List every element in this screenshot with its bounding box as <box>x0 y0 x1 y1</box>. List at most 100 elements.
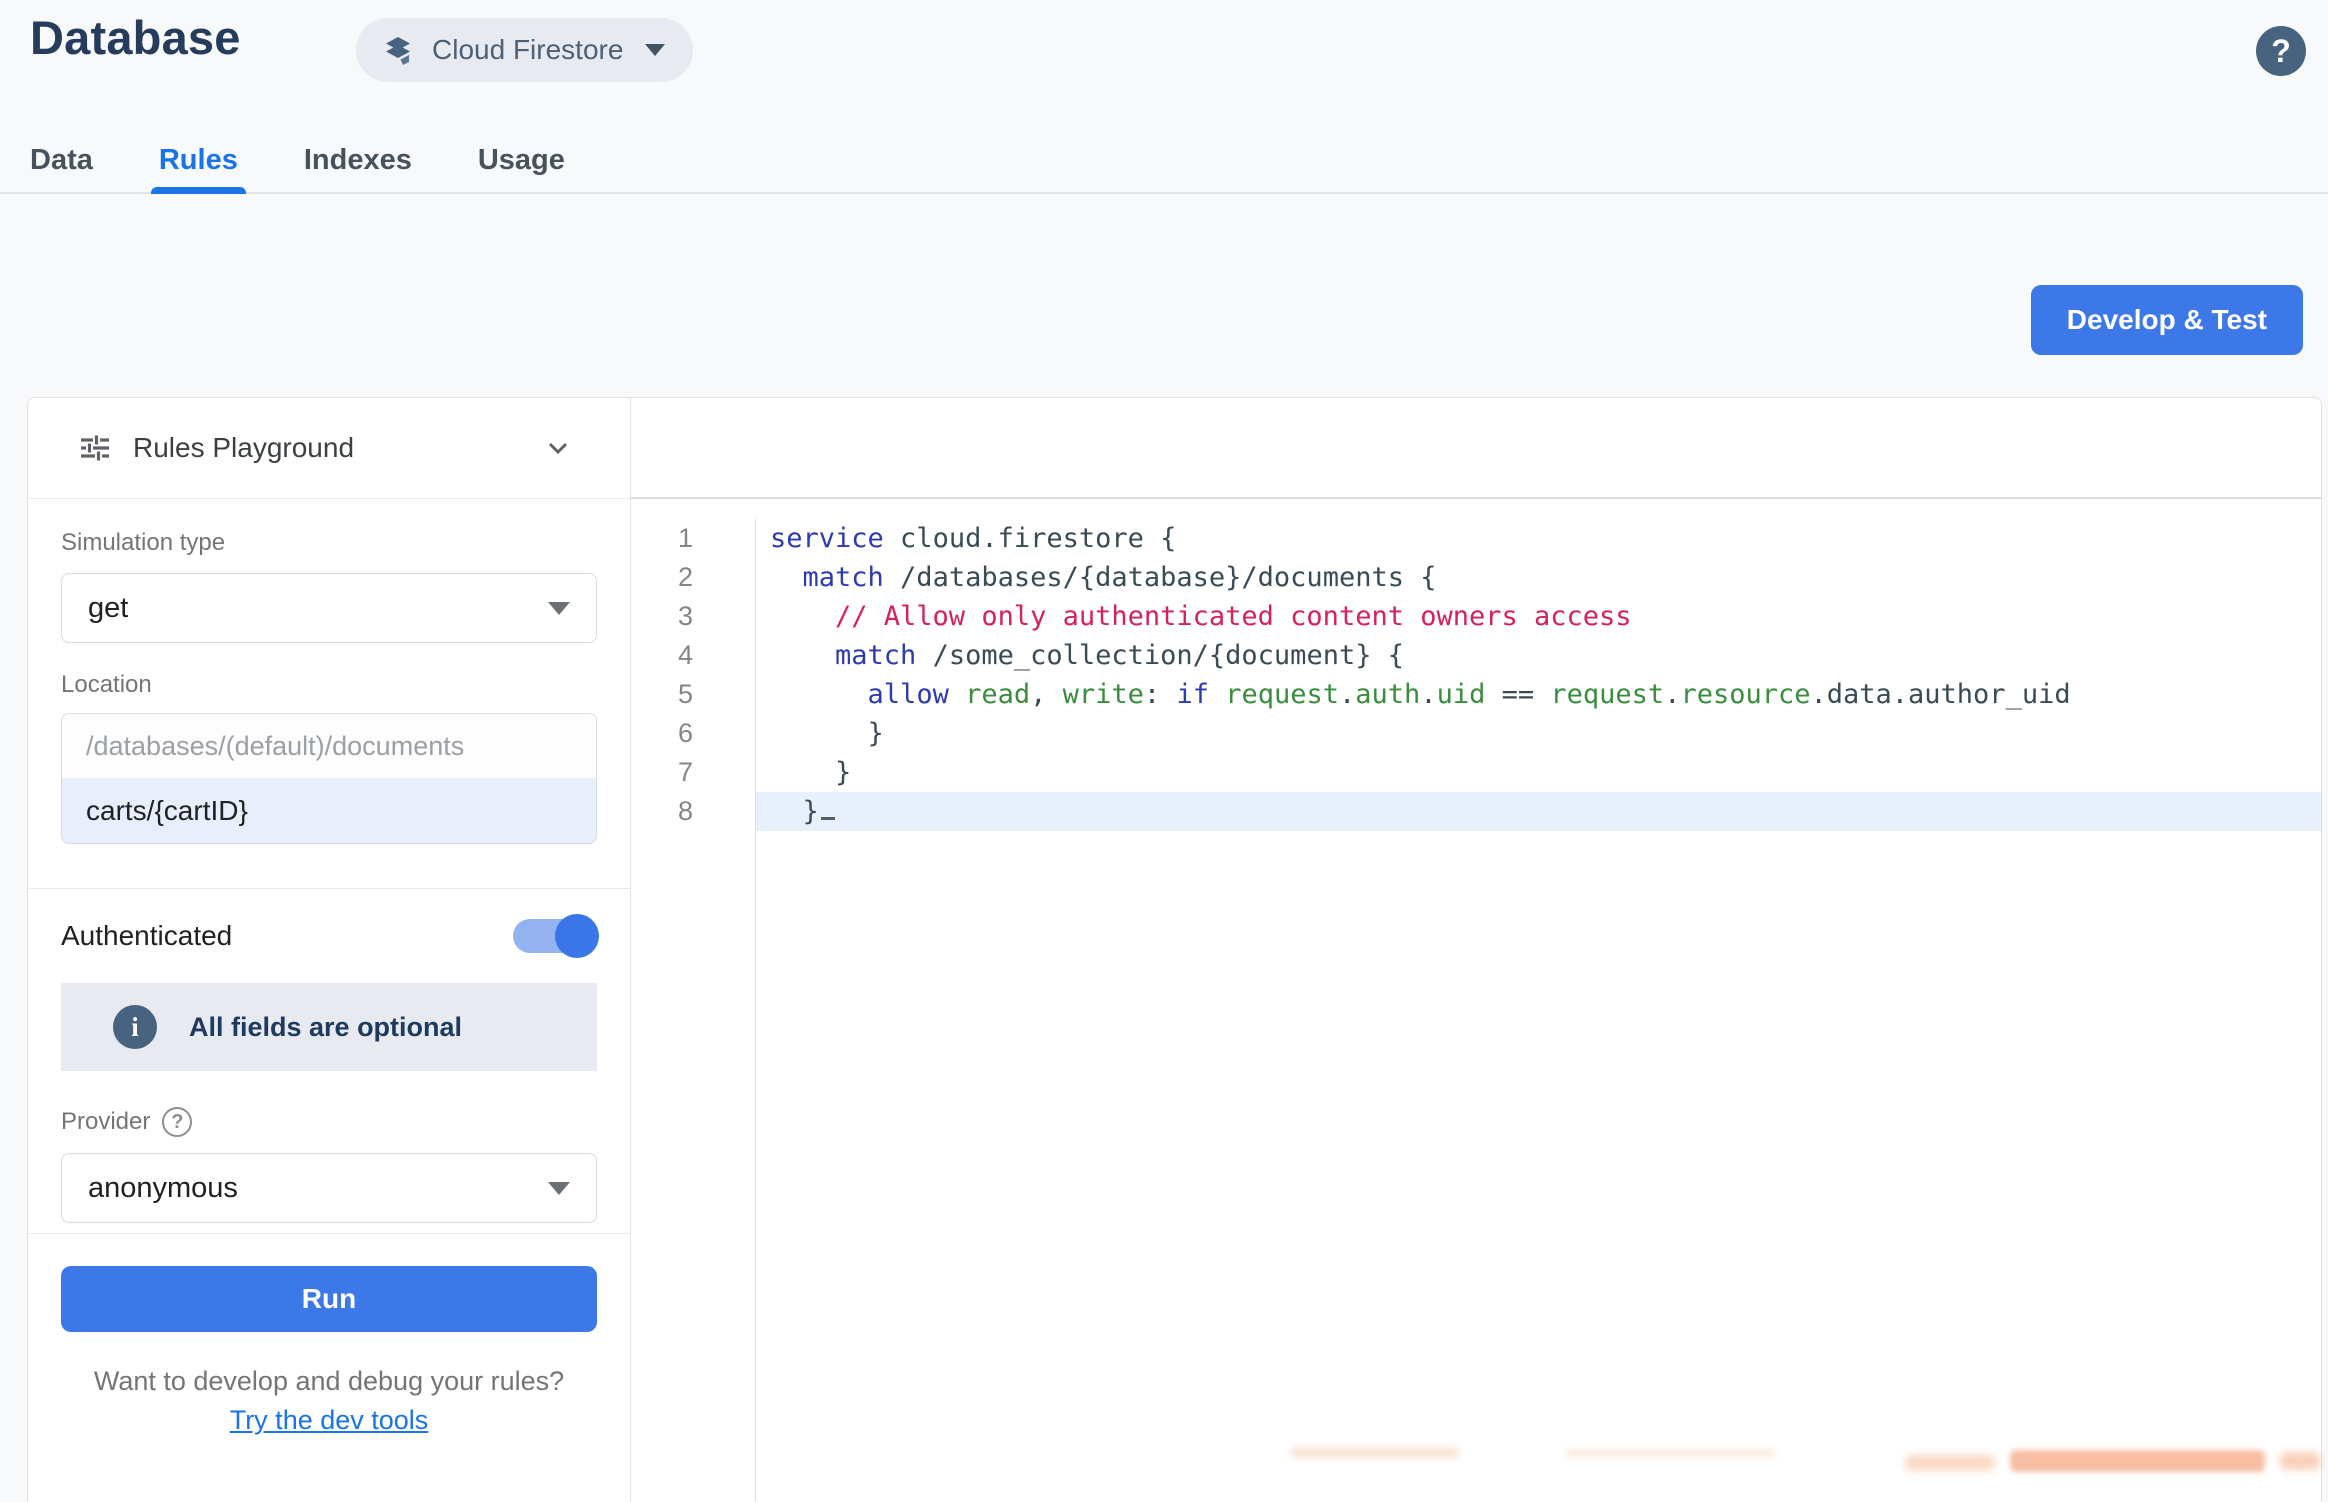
code-token <box>770 562 803 593</box>
info-icon: i <box>113 1005 157 1049</box>
code-token: request <box>1225 679 1339 710</box>
location-label: Location <box>61 671 597 699</box>
code-token: } <box>770 718 884 749</box>
chevron-down-icon[interactable] <box>542 432 574 464</box>
code-token <box>949 679 965 710</box>
toggle-thumb <box>555 914 599 958</box>
code-line[interactable]: allow read, write: if request.auth.uid =… <box>756 675 2321 714</box>
help-circle-icon[interactable]: ? <box>162 1107 192 1137</box>
rules-playground-title: Rules Playground <box>133 432 522 464</box>
footer-question: Want to develop and debug your rules? <box>61 1366 597 1397</box>
code-token: resource <box>1680 679 1810 710</box>
code-token: auth <box>1355 679 1420 710</box>
location-input[interactable]: carts/{cartID} <box>62 778 596 843</box>
code-token <box>770 640 835 671</box>
editor-header <box>631 398 2321 499</box>
code-token: match <box>835 640 916 671</box>
code-area[interactable]: service cloud.firestore { match /databas… <box>756 519 2321 1502</box>
dropdown-caret-icon <box>548 1182 570 1195</box>
line-number: 4 <box>631 636 693 675</box>
tab-label: Usage <box>478 144 565 177</box>
editor-body[interactable]: 12345678 service cloud.firestore { match… <box>631 499 2321 1502</box>
tune-icon <box>77 430 113 466</box>
tab-indexes[interactable]: Indexes <box>304 128 412 192</box>
provider-value: anonymous <box>88 1172 548 1205</box>
dev-tools-link[interactable]: Try the dev tools <box>230 1405 429 1435</box>
authenticated-row: Authenticated <box>61 919 597 953</box>
code-line[interactable]: match /databases/{database}/documents { <box>756 558 2321 597</box>
tab-label: Data <box>30 144 93 177</box>
tab-rules[interactable]: Rules <box>159 128 238 192</box>
code-token: /databases/{database}/documents { <box>884 562 1437 593</box>
page-title: Database <box>30 10 241 65</box>
code-token: request <box>1550 679 1664 710</box>
location-prefix: /databases/(default)/documents <box>62 714 596 778</box>
chevron-down-icon <box>645 44 665 56</box>
tab-usage[interactable]: Usage <box>478 128 565 192</box>
tab-label: Indexes <box>304 144 412 177</box>
location-field-group: /databases/(default)/documents carts/{ca… <box>61 713 597 844</box>
line-number: 1 <box>631 519 693 558</box>
code-line[interactable]: match /some_collection/{document} { <box>756 636 2321 675</box>
develop-test-button[interactable]: Develop & Test <box>2031 285 2303 355</box>
provider-select[interactable]: anonymous <box>61 1153 597 1223</box>
info-banner-text: All fields are optional <box>189 1012 462 1043</box>
text-cursor <box>821 817 835 820</box>
line-number: 2 <box>631 558 693 597</box>
info-banner: i All fields are optional <box>61 983 597 1071</box>
line-number: 8 <box>631 792 693 831</box>
run-button[interactable]: Run <box>61 1266 597 1332</box>
code-token: . <box>1339 679 1355 710</box>
code-token <box>1209 679 1225 710</box>
code-token: read <box>965 679 1030 710</box>
rules-playground-header[interactable]: Rules Playground <box>28 398 630 499</box>
code-line[interactable]: } <box>756 792 2321 831</box>
tab-data[interactable]: Data <box>30 128 93 192</box>
product-selector-chip[interactable]: Cloud Firestore <box>356 18 693 82</box>
divider <box>28 888 630 889</box>
code-token: .data.author_uid <box>1811 679 2071 710</box>
divider <box>28 1233 630 1234</box>
code-token: service <box>770 523 884 554</box>
code-token: } <box>770 757 851 788</box>
rules-card: Rules Playground Simulation type get Loc… <box>27 397 2322 1502</box>
rules-editor: 12345678 service cloud.firestore { match… <box>631 398 2321 1502</box>
code-token: . <box>1664 679 1680 710</box>
code-line[interactable]: } <box>756 714 2321 753</box>
code-token: cloud.firestore { <box>884 523 1177 554</box>
line-number-gutter: 12345678 <box>631 519 756 1502</box>
code-token: /some_collection/{document} { <box>916 640 1404 671</box>
code-token: . <box>1420 679 1436 710</box>
code-token: allow <box>868 679 949 710</box>
product-chip-label: Cloud Firestore <box>432 34 623 66</box>
tab-active-underline <box>151 187 246 194</box>
authenticated-toggle[interactable] <box>513 919 593 953</box>
code-token: == <box>1485 679 1550 710</box>
provider-label-row: Provider ? <box>61 1107 597 1137</box>
code-token: : <box>1144 679 1177 710</box>
code-token: match <box>803 562 884 593</box>
authenticated-label: Authenticated <box>61 920 232 952</box>
simulation-type-label: Simulation type <box>61 529 597 557</box>
code-token: write <box>1063 679 1144 710</box>
code-token: , <box>1030 679 1063 710</box>
line-number: 6 <box>631 714 693 753</box>
rules-playground-body: Simulation type get Location /databases/… <box>28 499 630 1436</box>
code-token: if <box>1176 679 1209 710</box>
firestore-icon <box>380 32 416 68</box>
code-line[interactable]: } <box>756 753 2321 792</box>
tab-label: Rules <box>159 144 238 177</box>
code-line[interactable]: service cloud.firestore { <box>756 519 2321 558</box>
code-token: uid <box>1437 679 1486 710</box>
line-number: 7 <box>631 753 693 792</box>
rules-playground-panel: Rules Playground Simulation type get Loc… <box>28 398 631 1502</box>
simulation-type-select[interactable]: get <box>61 573 597 643</box>
simulation-type-value: get <box>88 592 548 625</box>
dropdown-caret-icon <box>548 602 570 615</box>
code-token: } <box>770 796 819 827</box>
code-line[interactable]: // Allow only authenticated content owne… <box>756 597 2321 636</box>
code-token: // Allow only authenticated content owne… <box>770 601 1632 632</box>
help-icon[interactable]: ? <box>2256 26 2306 76</box>
code-token <box>770 679 868 710</box>
line-number: 5 <box>631 675 693 714</box>
